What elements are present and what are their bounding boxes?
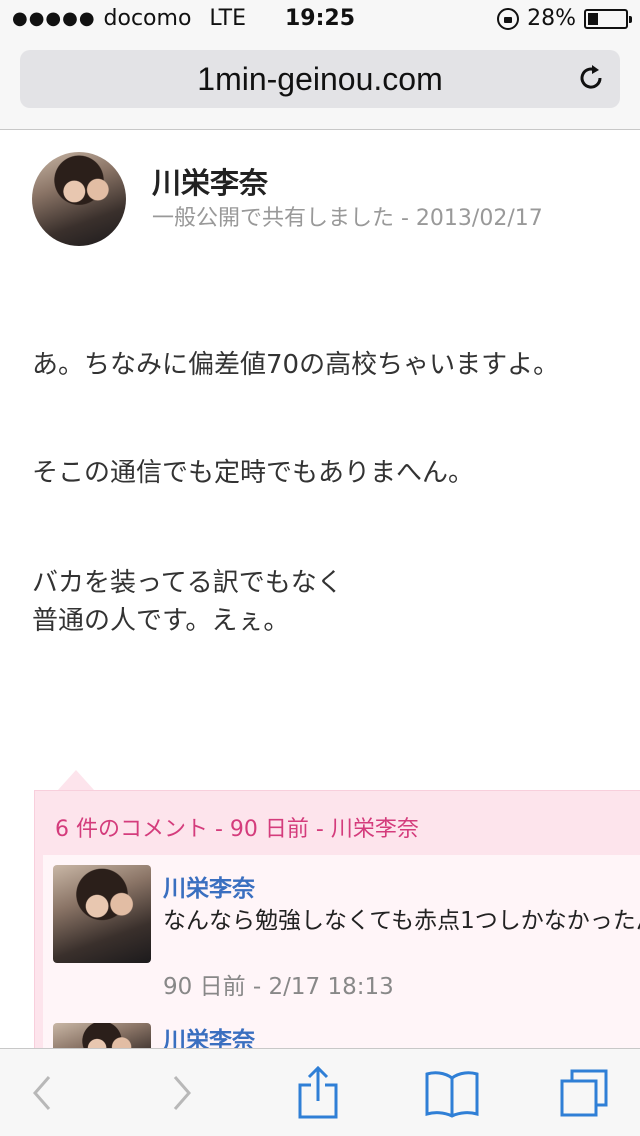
rotation-lock-icon <box>497 7 520 30</box>
browser-nav-bar: 1min-geinou.com <box>0 40 640 130</box>
tabs-icon <box>560 1069 608 1117</box>
forward-button[interactable] <box>142 1049 222 1136</box>
back-button[interactable] <box>2 1049 82 1136</box>
reload-icon[interactable] <box>576 63 606 93</box>
comment-text: なんなら勉強しなくても赤点1つしかなかったん <box>163 908 640 934</box>
tabs-button[interactable] <box>544 1049 624 1136</box>
comments-pointer <box>58 770 94 790</box>
url-field[interactable]: 1min-geinou.com <box>20 50 620 108</box>
post-line-3: バカを装ってる訳でもなく <box>32 568 343 598</box>
status-right: 28% <box>497 6 632 31</box>
browser-toolbar <box>0 1048 640 1136</box>
comment-avatar[interactable] <box>53 865 151 963</box>
avatar-photo <box>32 152 126 246</box>
bookmarks-button[interactable] <box>412 1049 492 1136</box>
share-icon <box>298 1065 338 1119</box>
battery-fill <box>588 12 598 25</box>
comment-author[interactable]: 川栄李奈 <box>163 869 255 903</box>
comment-time: 90 日前 - 2/17 18:13 <box>163 974 394 1000</box>
bookmarks-icon <box>425 1071 479 1118</box>
avatar-photo <box>53 865 151 963</box>
url-text[interactable]: 1min-geinou.com <box>20 50 620 108</box>
forward-icon <box>173 1076 191 1110</box>
comments-header[interactable]: 6 件のコメント - 90 日前 - 川栄李奈 <box>55 811 419 843</box>
author-avatar[interactable] <box>32 152 126 246</box>
status-bar: ●●●●● docomo LTE 19:25 28% <box>0 0 640 40</box>
post-line-1: あ。ちなみに偏差値70の高校ちゃいますよ。 <box>32 350 560 380</box>
post-line-2: そこの通信でも定時でもありまへん。 <box>32 458 475 488</box>
post-meta: 一般公開で共有しました - 2013/02/17 <box>152 206 543 231</box>
comments-box: 6 件のコメント - 90 日前 - 川栄李奈 川栄李奈 なんなら勉強しなくても… <box>34 790 640 1083</box>
post-author-name[interactable]: 川栄李奈 <box>152 160 268 202</box>
back-icon <box>33 1076 51 1110</box>
share-button[interactable] <box>278 1049 358 1136</box>
battery-percent: 28% <box>527 6 576 31</box>
battery-icon <box>584 8 632 29</box>
post-line-4: 普通の人です。えぇ。 <box>32 606 290 636</box>
